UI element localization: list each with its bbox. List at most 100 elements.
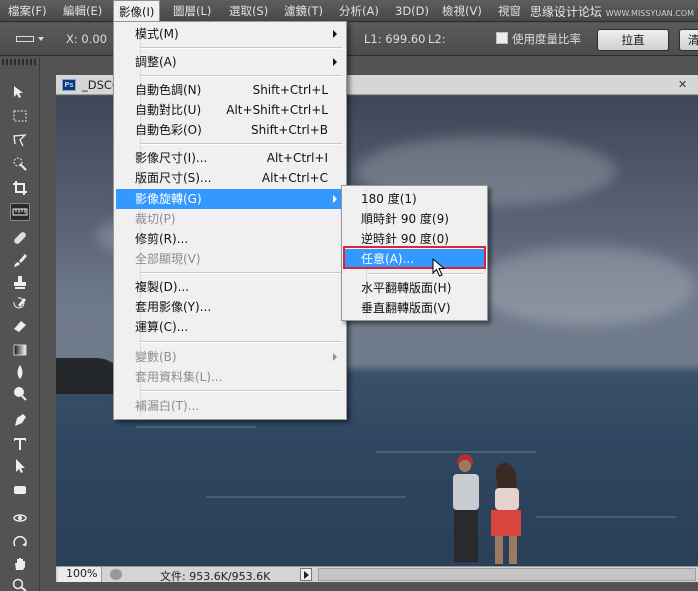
menu-item-canvas-size[interactable]: 版面尺寸(S)... Alt+Ctrl+C [116,168,344,188]
menu-item-image-size[interactable]: 影像尺寸(I)... Alt+Ctrl+I [116,148,344,168]
quick-select-icon[interactable] [10,155,30,173]
zoom-level-field[interactable]: 100% [58,567,102,582]
menu-image[interactable]: 影像(I) [113,0,161,23]
hand-icon[interactable] [10,555,30,573]
menu-item-auto-tone[interactable]: 自動色調(N) Shift+Ctrl+L [116,80,344,100]
menu-window[interactable]: 視窗 [493,0,526,22]
chevron-down-icon [38,37,44,41]
chevron-right-icon [333,195,337,203]
menu-layer[interactable]: 圖層(L) [168,0,216,22]
ruler-icon[interactable] [10,203,30,221]
shape-icon[interactable] [10,481,30,499]
menu-item-trap: 補漏白(T)... [116,396,344,416]
menu-item-label: 修剪(R)... [135,232,189,246]
menu-item-shortcut: Alt+Ctrl+I [266,151,328,165]
zoom-icon[interactable] [10,577,30,591]
menu-filter[interactable]: 濾鏡(T) [279,0,328,22]
horizontal-scrollbar[interactable] [318,568,696,581]
menu-separator [140,341,342,343]
image-menu-dropdown: 模式(M) 調整(A) 自動色調(N) Shift+Ctrl+L 自動對比(U) A… [113,21,347,420]
l2-readout: L2: [428,32,446,46]
menu-item-label: 運算(C)... [135,320,189,334]
photoshop-file-icon: Ps [62,79,76,91]
menu-item-label: 複製(D)... [135,280,190,294]
status-bar: 100% 文件: 953.6K/953.6K [56,566,698,583]
status-menu-arrow-icon[interactable] [300,568,312,581]
status-info-icon [110,569,122,580]
menu-item-auto-color[interactable]: 自動色彩(O) Shift+Ctrl+B [116,120,344,140]
gradient-icon[interactable] [10,341,30,359]
menu-item-label: 調整(A) [135,55,177,69]
path-select-icon[interactable] [10,457,30,475]
menu-item-label: 套用資料集(L)... [135,370,223,384]
blur-icon[interactable] [10,363,30,381]
menu-item-flip-horizontal[interactable]: 水平翻轉版面(H) [344,278,485,298]
healing-brush-icon[interactable] [10,229,30,247]
wave [136,426,256,428]
menu-item-label: 自動色彩(O) [135,123,202,137]
image-rotation-submenu: 180 度(1) 順時針 90 度(9) 逆時針 90 度(0) 任意(A)..… [341,185,488,321]
menu-item-auto-contrast[interactable]: 自動對比(U) Alt+Shift+Ctrl+L [116,100,344,120]
menu-separator [140,47,342,49]
menu-item-label: 自動對比(U) [135,103,202,117]
clone-stamp-icon[interactable] [10,273,30,291]
chevron-right-icon [333,353,337,361]
history-brush-icon[interactable] [10,295,30,313]
menu-file[interactable]: 檔案(F) [3,0,52,22]
menu-item-image-rotation[interactable]: 影像旋轉(G) [116,189,344,209]
type-icon[interactable] [10,435,30,453]
brush-icon[interactable] [10,251,30,269]
menu-3d[interactable]: 3D(D) [390,0,434,22]
menu-item-label: 自動色調(N) [135,83,202,97]
menu-separator [140,143,342,145]
menu-item-rotate-180[interactable]: 180 度(1) [344,189,485,209]
menu-item-mode[interactable]: 模式(M) [116,24,344,44]
menu-item-adjustments[interactable]: 調整(A) [116,52,344,72]
l1-readout: L1: 699.60 [364,32,426,46]
lasso-icon[interactable] [10,131,30,149]
menu-item-label: 版面尺寸(S)... [135,171,212,185]
move-icon[interactable] [10,83,30,101]
options-bar: X: 0.00 L1: 699.60 L2: 使用度量比率 拉直 清除 [0,23,698,56]
menu-separator [140,390,342,392]
menu-item-label: 套用影像(Y)... [135,300,212,314]
use-measurement-scale-label: 使用度量比率 [512,32,581,46]
toolbox-grip[interactable] [2,59,36,65]
menu-item-shortcut: Alt+Ctrl+C [261,171,328,185]
marquee-icon[interactable] [10,107,30,125]
clear-button[interactable]: 清除 [679,29,698,51]
menu-analysis[interactable]: 分析(A) [334,0,384,22]
menu-bar: 檔案(F) 編輯(E) 影像(I) 圖層(L) 選取(S) 濾鏡(T) 分析(A… [0,0,698,23]
menu-separator [140,272,342,274]
menu-item-trim[interactable]: 修剪(R)... [116,229,344,249]
dodge-icon[interactable] [10,385,30,403]
watermark: 思缘设计论坛 WWW.MISSYUAN.COM [530,3,694,20]
chevron-right-icon [333,58,337,66]
straighten-button[interactable]: 拉直 [597,29,669,51]
3d-rotate-icon[interactable] [10,509,30,527]
menu-item-label: 補漏白(T)... [135,399,200,413]
menu-item-flip-vertical[interactable]: 垂直翻轉版面(V) [344,298,485,318]
menu-item-crop: 裁切(P) [116,209,344,229]
mouse-cursor-icon [432,258,446,277]
chevron-right-icon [333,30,337,38]
3d-orbit-icon[interactable] [10,533,30,551]
menu-item-shortcut: Shift+Ctrl+L [252,83,328,97]
menu-edit[interactable]: 編輯(E) [58,0,107,22]
menu-item-duplicate[interactable]: 複製(D)... [116,277,344,297]
menu-item-calculations[interactable]: 運算(C)... [116,317,344,337]
close-icon[interactable]: ✕ [678,78,687,91]
menu-item-label: 影像旋轉(G) [135,192,202,206]
menu-select[interactable]: 選取(S) [224,0,273,22]
wave [206,496,406,498]
eraser-icon[interactable] [10,317,30,335]
pen-icon[interactable] [10,411,30,429]
tool-preset-picker[interactable] [16,32,46,46]
highlight-callout-box [343,246,486,269]
menu-item-apply-image[interactable]: 套用影像(Y)... [116,297,344,317]
menu-view[interactable]: 檢視(V) [437,0,487,22]
use-measurement-scale-checkbox[interactable] [496,32,508,44]
crop-icon[interactable] [10,179,30,197]
menu-item-rotate-90-cw[interactable]: 順時針 90 度(9) [344,209,485,229]
menu-separator [368,273,483,275]
